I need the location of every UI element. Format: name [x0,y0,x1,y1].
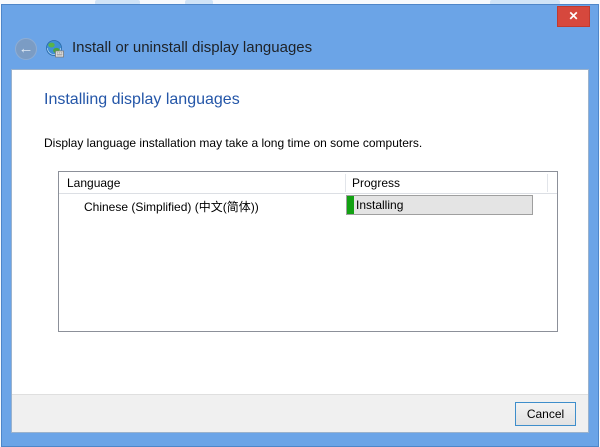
window-caption: Install or uninstall display languages [72,39,312,56]
language-progress-list[interactable]: Language Progress Chinese (Simplified) (… [58,171,558,332]
wizard-window: ✕ ← Install or uninstall display languag… [1,4,599,447]
column-divider [547,174,548,192]
column-header-progress[interactable]: Progress [352,176,400,190]
footer-bar: Cancel [12,394,588,432]
table-row[interactable]: Chinese (Simplified) (中文(简体)) Installing [59,194,557,216]
cancel-button[interactable]: Cancel [515,402,576,426]
language-name-cell: Chinese (Simplified) (中文(简体)) [84,198,259,215]
column-divider [345,174,346,192]
navigation-bar: ← Install or uninstall display languages [2,35,598,67]
content-panel: Installing display languages Display lan… [11,69,589,433]
description-text: Display language installation may take a… [44,136,422,150]
progress-fill [347,196,354,214]
back-button[interactable]: ← [15,38,37,60]
progress-status-text: Installing [356,198,403,212]
back-arrow-icon: ← [19,40,34,57]
column-header-language[interactable]: Language [67,176,120,190]
page-title: Installing display languages [44,91,240,109]
install-progress-bar: Installing [346,195,533,215]
display-language-globe-icon [46,40,64,58]
close-icon: ✕ [568,9,578,23]
list-header: Language Progress [59,172,557,194]
close-button[interactable]: ✕ [557,6,590,27]
